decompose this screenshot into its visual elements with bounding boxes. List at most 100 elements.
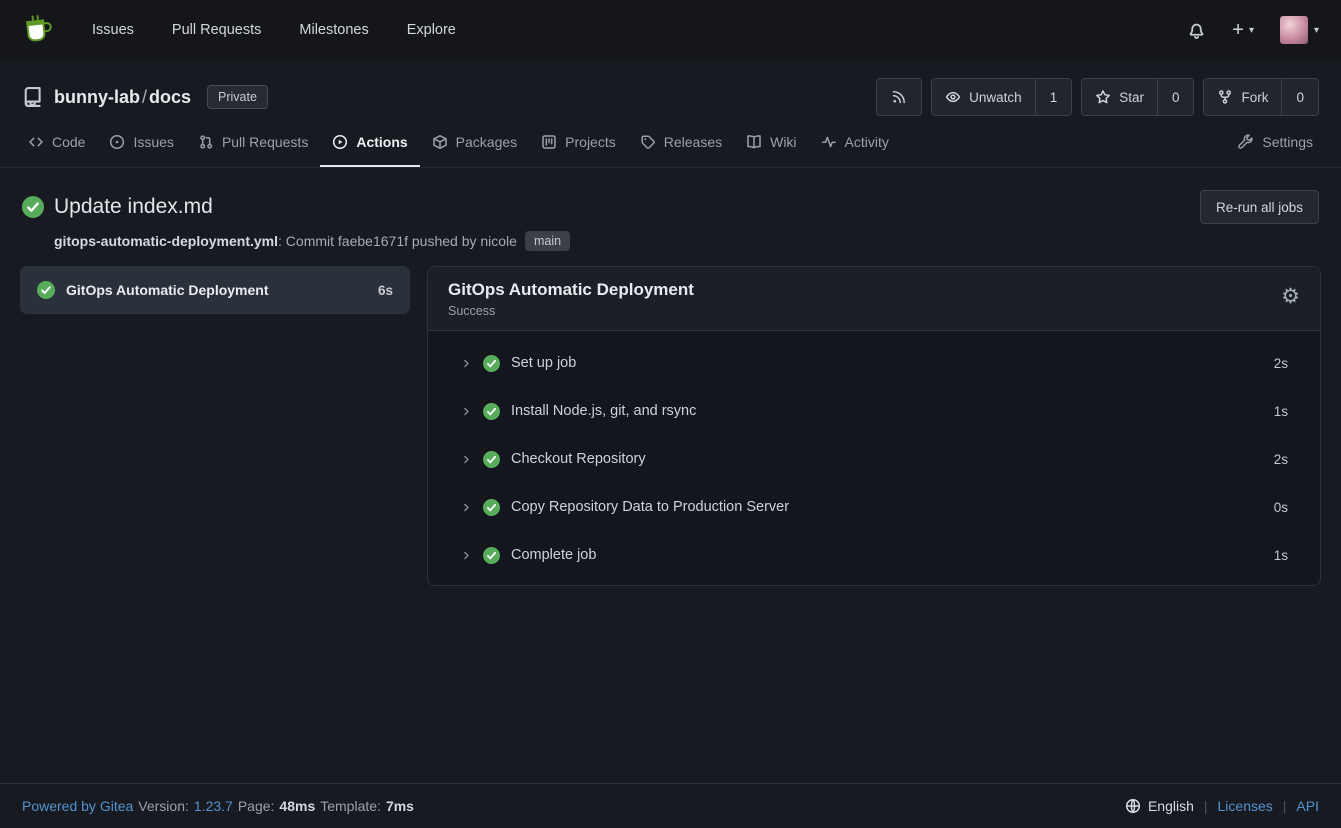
success-check-icon	[483, 355, 500, 372]
run-subtitle: gitops-automatic-deployment.yml: Commit …	[54, 231, 1319, 251]
notifications-button[interactable]	[1187, 21, 1206, 40]
tab-issues[interactable]: Issues	[97, 118, 185, 167]
repo-name-link[interactable]: docs	[149, 87, 191, 107]
job-panel-title-block: GitOps Automatic Deployment Success	[448, 280, 694, 318]
tab-pull-requests[interactable]: Pull Requests	[186, 118, 320, 167]
page-time-label: Page:	[238, 798, 275, 814]
step-row[interactable]: Complete job 1s	[428, 531, 1320, 579]
chevron-down-icon: ▾	[1314, 25, 1319, 36]
step-name: Set up job	[510, 355, 1264, 371]
page-time-value: 48ms	[279, 798, 315, 814]
repo-owner-link[interactable]: bunny-lab	[54, 87, 140, 107]
user-menu-dropdown[interactable]: ▾	[1280, 16, 1319, 44]
step-row[interactable]: Install Node.js, git, and rsync 1s	[428, 387, 1320, 435]
workflow-file-name: gitops-automatic-deployment.yml	[54, 233, 278, 249]
chevron-right-icon	[460, 405, 473, 418]
fork-button[interactable]: Fork	[1204, 79, 1281, 115]
nav-item-explore[interactable]: Explore	[407, 22, 456, 38]
watch-button-group: Unwatch 1	[931, 78, 1072, 116]
top-navbar-right: + ▾ ▾	[1187, 16, 1319, 44]
plus-icon: +	[1232, 20, 1244, 40]
template-time-value: 7ms	[386, 798, 414, 814]
visibility-badge: Private	[207, 85, 268, 109]
template-time-label: Template:	[320, 798, 381, 814]
job-panel-title: GitOps Automatic Deployment	[448, 280, 694, 300]
success-check-icon	[37, 281, 55, 299]
issue-icon	[109, 134, 125, 150]
gear-icon: ⚙	[1281, 285, 1300, 308]
powered-by-gitea-link[interactable]: Powered by Gitea	[22, 798, 133, 814]
watchers-count[interactable]: 1	[1035, 79, 1072, 115]
globe-icon	[1125, 798, 1141, 814]
log-settings-button[interactable]: ⚙	[1281, 286, 1300, 307]
rss-button[interactable]	[876, 78, 922, 116]
job-panel-header: GitOps Automatic Deployment Success ⚙	[428, 267, 1320, 331]
step-name: Checkout Repository	[510, 451, 1264, 467]
nav-item-pull-requests[interactable]: Pull Requests	[172, 22, 261, 38]
pulse-icon	[821, 134, 837, 150]
step-duration: 1s	[1274, 404, 1288, 419]
tab-releases[interactable]: Releases	[628, 118, 734, 167]
language-selector[interactable]: English	[1125, 798, 1194, 814]
gitea-logo[interactable]	[21, 13, 56, 46]
repo-breadcrumb: bunny-lab/docs	[54, 87, 191, 108]
eye-icon	[945, 89, 961, 105]
tab-packages[interactable]: Packages	[420, 118, 529, 167]
forks-count[interactable]: 0	[1281, 79, 1318, 115]
step-duration: 2s	[1274, 452, 1288, 467]
run-title: Update index.md	[54, 195, 213, 219]
package-icon	[432, 134, 448, 150]
star-icon	[1095, 89, 1111, 105]
rerun-all-jobs-button[interactable]: Re-run all jobs	[1200, 190, 1319, 224]
tab-wiki[interactable]: Wiki	[734, 118, 808, 167]
wrench-icon	[1238, 134, 1254, 150]
job-item-selected[interactable]: GitOps Automatic Deployment 6s	[20, 266, 410, 314]
footer-divider: |	[1283, 798, 1287, 814]
avatar	[1280, 16, 1308, 44]
run-body: GitOps Automatic Deployment 6s GitOps Au…	[0, 266, 1341, 586]
nav-item-milestones[interactable]: Milestones	[299, 22, 368, 38]
top-navbar: Issues Pull Requests Milestones Explore …	[0, 0, 1341, 60]
tab-settings[interactable]: Settings	[1226, 118, 1325, 167]
step-duration: 2s	[1274, 356, 1288, 371]
repo-action-buttons: Unwatch 1 Star 0	[876, 78, 1319, 116]
chevron-right-icon	[460, 357, 473, 370]
success-check-icon	[483, 451, 500, 468]
tab-activity[interactable]: Activity	[809, 118, 901, 167]
tab-code[interactable]: Code	[16, 118, 97, 167]
book-icon	[746, 134, 762, 150]
success-check-icon	[22, 196, 44, 218]
play-circle-icon	[332, 134, 348, 150]
pull-request-icon	[198, 134, 214, 150]
footer: Powered by Gitea Version: 1.23.7 Page: 4…	[0, 783, 1341, 828]
repo-tabs: Code Issues Pull Requests Actions Packag…	[0, 118, 1341, 167]
repo-title-row: bunny-lab/docs Private Un	[0, 76, 1341, 118]
app: Issues Pull Requests Milestones Explore …	[0, 0, 1341, 828]
job-detail-panel: GitOps Automatic Deployment Success ⚙ Se…	[427, 266, 1321, 586]
stars-count[interactable]: 0	[1157, 79, 1194, 115]
unwatch-button[interactable]: Unwatch	[932, 79, 1035, 115]
job-status: Success	[448, 304, 694, 318]
api-link[interactable]: API	[1296, 798, 1319, 814]
fork-button-group: Fork 0	[1203, 78, 1319, 116]
star-button[interactable]: Star	[1082, 79, 1157, 115]
step-name: Complete job	[510, 547, 1264, 563]
nav-item-issues[interactable]: Issues	[92, 22, 134, 38]
branch-badge[interactable]: main	[525, 231, 570, 251]
create-new-dropdown[interactable]: + ▾	[1232, 20, 1254, 40]
licenses-link[interactable]: Licenses	[1218, 798, 1273, 814]
fork-icon	[1217, 89, 1233, 105]
step-row[interactable]: Copy Repository Data to Production Serve…	[428, 483, 1320, 531]
step-row[interactable]: Checkout Repository 2s	[428, 435, 1320, 483]
version-link[interactable]: 1.23.7	[194, 798, 233, 814]
step-row[interactable]: Set up job 2s	[428, 339, 1320, 387]
chevron-right-icon	[460, 501, 473, 514]
tab-projects[interactable]: Projects	[529, 118, 628, 167]
top-navbar-left: Issues Pull Requests Milestones Explore	[22, 15, 456, 45]
step-duration: 0s	[1274, 500, 1288, 515]
tab-actions[interactable]: Actions	[320, 118, 419, 167]
rss-icon	[891, 89, 907, 105]
success-check-icon	[483, 499, 500, 516]
gitea-logo-icon	[21, 13, 56, 46]
chevron-right-icon	[460, 549, 473, 562]
